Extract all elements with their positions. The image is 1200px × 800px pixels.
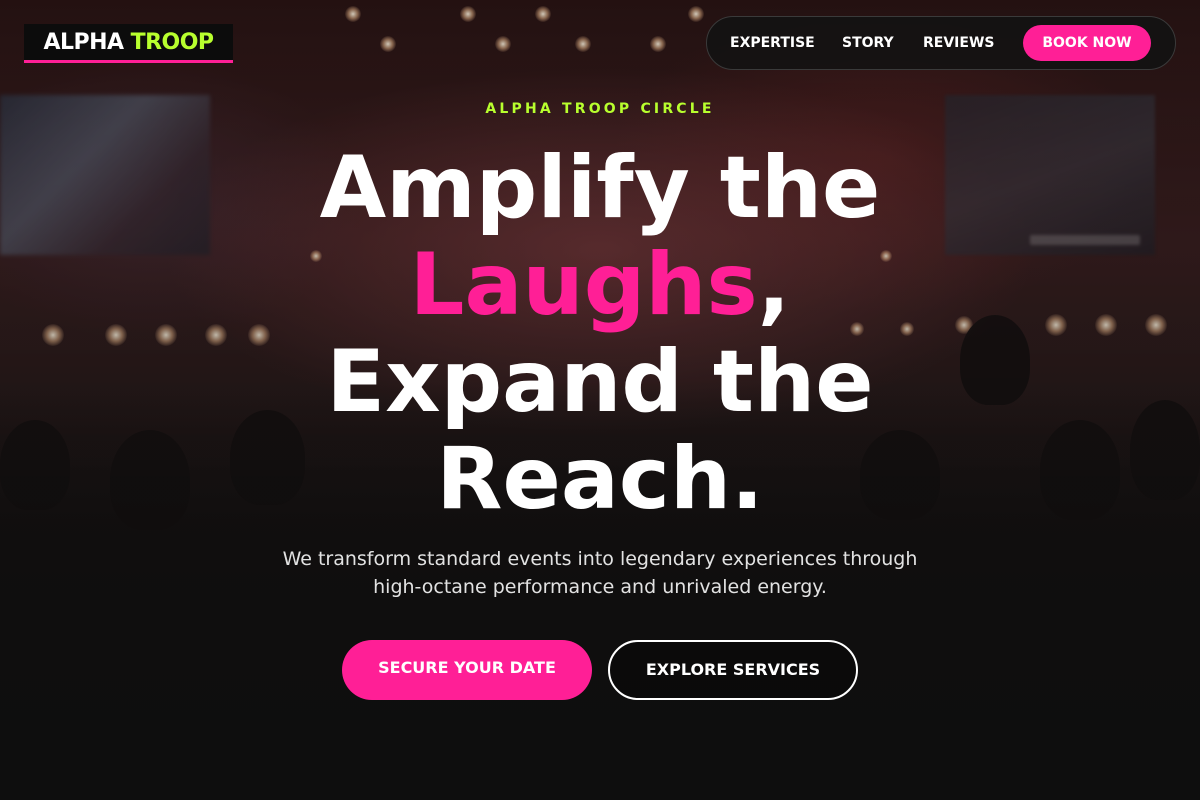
nav-link-expertise[interactable]: EXPERTISE [730, 17, 815, 69]
nav-link-story[interactable]: STORY [842, 17, 894, 69]
brand-logo[interactable]: ALPHA TROOP [24, 24, 233, 63]
main-nav: EXPERTISE STORY REVIEWS BOOK NOW [706, 16, 1176, 70]
nav-link-reviews[interactable]: REVIEWS [923, 17, 994, 69]
headline-highlight: Laughs [409, 235, 758, 335]
hero-headline: Amplify the Laughs, Expand the Reach. [0, 140, 1200, 528]
hero-subtitle-line-1: We transform standard events into legend… [282, 548, 918, 570]
headline-line-2: Laughs, [0, 237, 1200, 334]
explore-services-button[interactable]: EXPLORE SERVICES [608, 640, 858, 700]
brand-name-part2: TROOP [130, 29, 214, 55]
hero-subtitle-line-2: high-octane performance and unrivaled en… [373, 576, 827, 598]
headline-line-4: Reach. [436, 429, 764, 529]
headline-line-1: Amplify the [319, 138, 881, 238]
hero-eyebrow: ALPHA TROOP CIRCLE [485, 101, 715, 117]
brand-name-part1: ALPHA [43, 29, 124, 55]
headline-line-3: Expand the [326, 332, 874, 432]
book-now-button[interactable]: BOOK NOW [1023, 25, 1151, 61]
hero-subtitle: We transform standard events into legend… [200, 545, 1000, 601]
headline-comma: , [757, 235, 791, 335]
secure-your-date-button[interactable]: SECURE YOUR DATE [342, 640, 592, 700]
